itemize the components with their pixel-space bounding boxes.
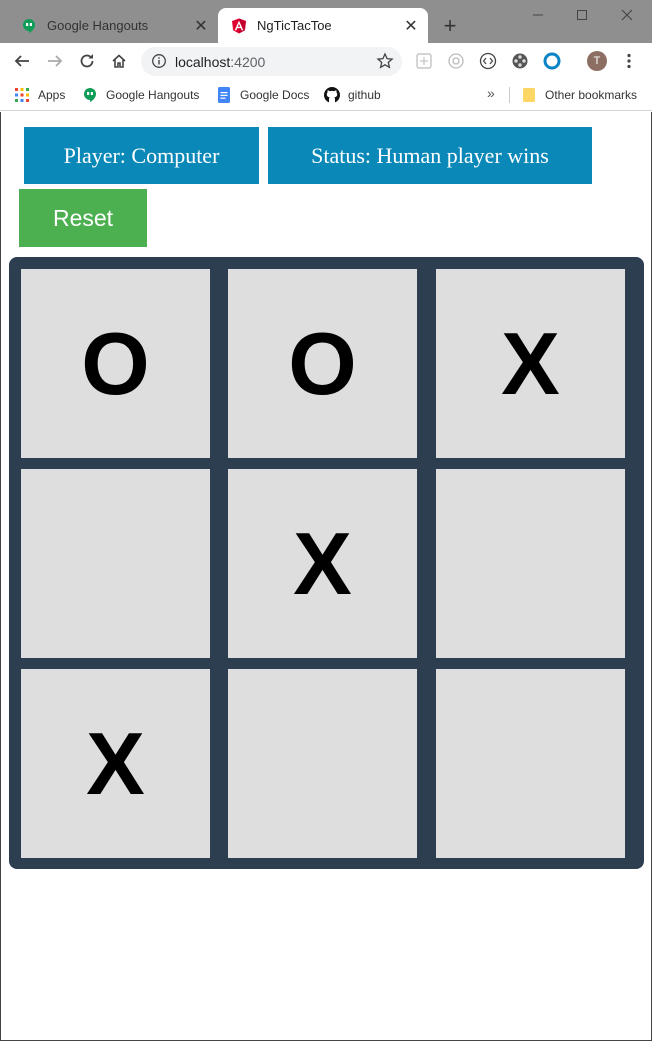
bookmark-label: Other bookmarks [545,88,638,102]
bookmark-label: Google Hangouts [106,88,200,102]
bookmark-star-icon[interactable] [376,52,394,70]
folder-icon [521,87,537,103]
extension-ring-icon[interactable] [543,52,561,70]
bookmarks-divider [509,87,510,103]
apps-grid-icon [14,87,30,103]
extension-grid-icon[interactable] [415,52,433,70]
close-window-icon[interactable] [604,2,650,28]
board-cell[interactable] [228,669,417,858]
back-arrow-icon[interactable] [10,49,34,73]
browser-titlebar: Google Hangouts ✕ NgTicTacToe ✕ + [0,0,652,43]
board-cell[interactable] [21,469,210,658]
extension-code-icon[interactable] [479,52,497,70]
close-tab-icon[interactable]: ✕ [402,17,420,35]
hangouts-icon [82,87,98,103]
game-board: O O X X X [9,257,644,869]
extension-film-icon[interactable] [511,52,529,70]
game-status: Status: Human player wins [268,127,592,184]
board-cell[interactable]: X [21,669,210,858]
url-host: localhost [175,54,231,70]
close-tab-icon[interactable]: ✕ [192,17,210,35]
player-indicator: Player: Computer [24,127,259,184]
tab-title: NgTicTacToe [257,18,332,33]
bookmark-label: Google Docs [240,88,310,102]
address-bar[interactable]: localhost:4200 [141,47,402,76]
bookmarks-overflow-icon[interactable]: » [487,85,495,101]
docs-icon [216,87,232,103]
tab-title: Google Hangouts [47,18,149,33]
menu-dots-icon[interactable] [620,52,638,70]
board-cell[interactable] [436,669,625,858]
url-text: localhost:4200 [175,54,265,70]
forward-arrow-icon[interactable] [43,49,67,73]
browser-toolbar: localhost:4200 T [0,43,652,79]
tab-google-hangouts[interactable]: Google Hangouts ✕ [8,8,218,43]
minimize-icon[interactable] [515,2,561,28]
board-cell[interactable]: O [228,269,417,458]
reset-button[interactable]: Reset [19,189,147,247]
bookmark-github[interactable]: github [324,85,381,105]
bookmark-apps[interactable]: Apps [14,85,65,105]
bookmark-other-bookmarks[interactable]: Other bookmarks [521,85,637,105]
bookmark-google-hangouts[interactable]: Google Hangouts [82,85,199,105]
board-cell[interactable]: O [21,269,210,458]
bookmark-label: Apps [38,88,66,102]
app-page: Player: Computer Status: Human player wi… [0,112,652,1041]
extension-target-icon[interactable] [447,52,465,70]
bookmark-google-docs[interactable]: Google Docs [216,85,309,105]
bookmarks-bar: Apps Google Hangouts Google Docs github … [0,79,652,111]
maximize-icon[interactable] [559,2,605,28]
github-icon [324,87,340,103]
board-cell[interactable]: X [228,469,417,658]
angular-icon [231,18,247,34]
board-cell[interactable] [436,469,625,658]
new-tab-button[interactable]: + [440,13,460,38]
bookmark-label: github [348,88,381,102]
profile-avatar[interactable]: T [587,51,607,71]
board-cell[interactable]: X [436,269,625,458]
site-info-icon[interactable] [151,53,167,69]
tab-ngtictactoe[interactable]: NgTicTacToe ✕ [218,8,428,43]
reload-icon[interactable] [75,49,99,73]
home-icon[interactable] [107,49,131,73]
url-port: :4200 [230,54,266,70]
hangouts-icon [21,18,37,34]
